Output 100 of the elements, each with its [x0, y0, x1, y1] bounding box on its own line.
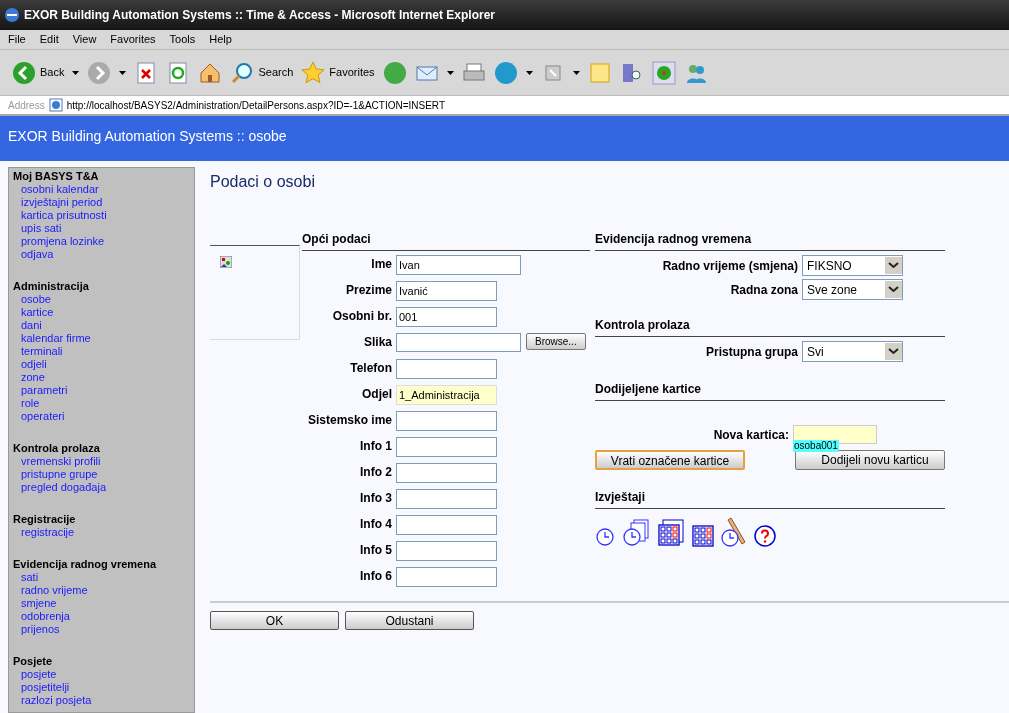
text-field[interactable] — [396, 411, 497, 431]
sidebar-link[interactable]: razlozi posjeta — [13, 694, 92, 707]
browser-icon — [4, 7, 20, 23]
text-field[interactable] — [396, 359, 497, 379]
header-title: EXOR Building Automation Systems :: osobe — [8, 128, 287, 144]
favorites-button[interactable]: Favorites — [301, 60, 375, 85]
sidebar-heading: Registracije — [13, 513, 77, 526]
sidebar-link[interactable]: smjene — [13, 597, 57, 610]
sidebar-link[interactable]: operateri — [13, 410, 65, 423]
clock-pencil-icon[interactable] — [721, 517, 747, 547]
search-icon — [230, 60, 255, 85]
sidebar-link[interactable]: kartice — [13, 306, 54, 319]
clock-icon[interactable] — [595, 527, 615, 547]
sidebar-link[interactable]: promjena lozinke — [13, 235, 105, 248]
text-field[interactable] — [396, 515, 497, 535]
sidebar-link[interactable]: osobe — [13, 293, 51, 306]
text-field[interactable] — [396, 541, 497, 561]
menu-item[interactable]: Tools — [169, 31, 196, 48]
sidebar-link[interactable]: dani — [13, 319, 42, 332]
return-cards-button[interactable]: Vrati označene kartice — [595, 450, 745, 470]
sidebar-link[interactable]: sati — [13, 571, 39, 584]
field-label: Nova kartica: — [713, 426, 789, 444]
sidebar-link[interactable]: registracije — [13, 526, 75, 539]
field-label: Info 4 — [359, 516, 392, 533]
dropdown[interactable]: Svi — [802, 341, 903, 362]
text-field[interactable] — [396, 437, 497, 457]
calendar-stack-icon[interactable] — [657, 519, 685, 547]
star-icon — [301, 60, 326, 85]
sidebar-link[interactable]: prijenos — [13, 623, 60, 636]
assign-card-button[interactable]: Dodijeli novu karticu — [795, 450, 945, 470]
sidebar-heading: Posjete — [13, 655, 54, 668]
field-label: Telefon — [349, 360, 392, 377]
sidebar-link[interactable]: izvještajni period — [13, 196, 103, 209]
field-label: Radna zona — [730, 281, 798, 299]
menu-item[interactable]: Edit — [39, 31, 59, 48]
file-field[interactable] — [396, 333, 521, 352]
section-heading: Izvještaji — [595, 490, 646, 504]
sidebar-link[interactable]: osobni kalendar — [13, 183, 99, 196]
sidebar-link[interactable]: posjetitelji — [13, 681, 70, 694]
sidebar-link[interactable]: pregled događaja — [13, 481, 107, 494]
calendar-icon[interactable] — [692, 525, 714, 547]
sidebar-link[interactable]: odjava — [13, 248, 54, 261]
help-icon[interactable] — [754, 525, 776, 547]
text-field[interactable]: 1_Administracija — [396, 385, 497, 405]
sidebar-link[interactable]: parametri — [13, 384, 68, 397]
field-label: Info 2 — [359, 464, 392, 481]
dropdown[interactable]: Sve zone — [802, 279, 903, 300]
caret-icon[interactable] — [72, 70, 80, 75]
field-label: Info 1 — [359, 438, 392, 455]
text-field[interactable] — [396, 489, 497, 509]
text-field[interactable]: Ivanić — [396, 281, 497, 301]
sidebar-link[interactable]: odobrenja — [13, 610, 70, 623]
caret-icon[interactable] — [446, 70, 454, 75]
flower-icon[interactable] — [651, 60, 676, 85]
sidebar-link[interactable]: kalendar firme — [13, 332, 91, 345]
sidebar-link[interactable]: terminali — [13, 345, 63, 358]
sidebar-link[interactable]: posjete — [13, 668, 57, 681]
clock-stack-icon[interactable] — [622, 519, 650, 547]
field-label: Info 5 — [359, 542, 392, 559]
sidebar-link[interactable]: role — [13, 397, 40, 410]
menu-item[interactable]: Help — [209, 31, 232, 48]
text-field[interactable] — [396, 567, 497, 587]
browse-button[interactable]: Browse... — [526, 333, 586, 350]
section-heading: Dodijeljene kartice — [595, 382, 702, 396]
search-button[interactable]: Search — [230, 60, 294, 85]
sidebar-heading: Kontrola prolaza — [13, 442, 101, 455]
field-label: Odjel — [361, 386, 392, 403]
caret-icon[interactable] — [572, 70, 580, 75]
field-label: Slika — [362, 334, 392, 351]
image-placeholder-icon — [220, 256, 232, 268]
sidebar-link[interactable]: pristupne grupe — [13, 468, 98, 481]
text-field[interactable]: Ivan — [396, 255, 521, 275]
sidebar-link[interactable]: zone — [13, 371, 45, 384]
menu-item[interactable]: View — [72, 31, 97, 48]
chevron-down-icon — [885, 343, 902, 360]
caret-icon[interactable] — [119, 70, 127, 75]
section-heading: Evidencija radnog vremena — [595, 232, 752, 246]
window-title: EXOR Building Automation Systems :: Time & Access - Microsoft Internet Explorer — [24, 7, 495, 24]
dropdown[interactable]: FIKSNO — [802, 255, 903, 276]
field-label: Info 6 — [359, 568, 392, 585]
sidebar-link[interactable]: upis sati — [13, 222, 62, 235]
caret-icon[interactable] — [525, 70, 533, 75]
sidebar-heading: Evidencija radnog vremena — [13, 558, 158, 571]
menu-item[interactable]: Favorites — [110, 31, 156, 48]
section-heading: Kontrola prolaza — [595, 318, 690, 332]
sidebar-heading: Moj BASYS T&A — [13, 170, 100, 183]
address-field[interactable]: http://localhost/BASYS2/Administration/DetailPersons.aspx?ID=-1&ACTION=INSERT — [48, 97, 1001, 113]
form-button[interactable]: Odustani — [345, 611, 474, 630]
text-field[interactable] — [396, 463, 497, 483]
text-field[interactable]: 001 — [396, 307, 497, 327]
form-button[interactable]: OK — [210, 611, 339, 630]
sidebar-link[interactable]: radno vrijeme — [13, 584, 88, 597]
sidebar-link[interactable]: odjeli — [13, 358, 47, 371]
sidebar-link[interactable]: vremenski profili — [13, 455, 101, 468]
back-button[interactable]: Back — [12, 60, 65, 85]
chevron-down-icon — [885, 257, 902, 274]
menu-item[interactable]: File — [8, 31, 26, 48]
chevron-down-icon — [885, 281, 902, 298]
page-title: Podaci o osobi — [210, 172, 315, 192]
sidebar-link[interactable]: kartica prisutnosti — [13, 209, 107, 222]
